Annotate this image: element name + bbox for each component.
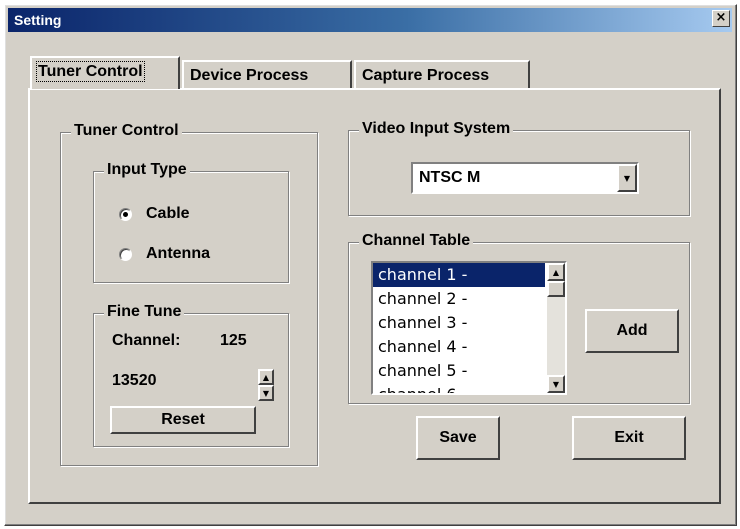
scroll-up-button[interactable]: ▲ [547,263,565,281]
fine-tune-up-button[interactable]: ▲ [258,369,274,385]
video-input-title: Video Input System [359,120,514,138]
reset-button[interactable]: Reset [110,406,256,434]
tab-device-process[interactable]: Device Process [182,60,352,90]
arrow-down-icon: ▼ [552,379,560,389]
fine-tune-title: Fine Tune [104,303,185,321]
list-item[interactable]: channel 1 - [373,263,545,287]
channel-table-group: Channel Table channel 1 - channel 2 - ch… [348,232,690,404]
arrow-down-icon: ▼ [262,388,270,398]
channel-label: Channel: [112,332,181,349]
tab-tuner-control[interactable]: Tuner Control [30,56,180,89]
channel-table-title: Channel Table [359,232,474,250]
radio-cable[interactable]: Cable [116,205,266,225]
save-button-label: Save [439,429,477,446]
input-type-group: Input Type Cable Antenna [93,161,289,283]
scroll-down-button[interactable]: ▼ [547,375,565,393]
tuner-control-group: Tuner Control Input Type Cable Antenna F… [60,122,318,466]
radio-cable-label: Cable [146,205,190,222]
exit-button[interactable]: Exit [572,416,686,460]
close-button[interactable]: × [712,10,730,27]
radio-antenna-indicator[interactable] [119,248,132,261]
list-item[interactable]: channel 6 - [373,383,545,393]
fine-tune-down-button[interactable]: ▼ [258,385,274,401]
fine-tune-group: Fine Tune Channel: 125 13520 ▲ ▼ Reset [93,303,289,447]
list-item[interactable]: channel 4 - [373,335,545,359]
exit-button-label: Exit [614,429,644,446]
radio-antenna-label: Antenna [146,245,210,262]
fine-tune-value: 13520 [112,372,157,389]
add-button-label: Add [616,322,648,339]
tab-capture-process[interactable]: Capture Process [354,60,530,90]
video-input-select[interactable]: NTSC M ▼ [411,162,639,194]
tab-capture-process-label: Capture Process [362,67,490,84]
channel-list-items: channel 1 - channel 2 - channel 3 - chan… [373,263,545,393]
title-bar[interactable]: Setting × [8,8,732,32]
channel-list-scrollbar[interactable]: ▲ ▼ [547,263,565,393]
tuner-control-group-title: Tuner Control [71,122,182,140]
radio-antenna[interactable]: Antenna [116,245,266,265]
close-icon: × [715,10,727,25]
list-item[interactable]: channel 3 - [373,311,545,335]
video-input-dropdown-button[interactable]: ▼ [617,164,637,192]
input-type-title: Input Type [104,161,190,179]
channel-value: 125 [220,332,247,349]
tab-panel-tuner-control: Tuner Control Input Type Cable Antenna F… [28,88,721,504]
arrow-up-icon: ▲ [262,372,270,382]
tab-device-process-label: Device Process [190,67,309,84]
list-item[interactable]: channel 5 - [373,359,545,383]
video-input-group: Video Input System NTSC M ▼ [348,120,690,216]
scroll-thumb[interactable] [547,281,565,297]
radio-cable-indicator[interactable] [119,208,132,221]
video-input-selected: NTSC M [419,169,481,186]
add-button[interactable]: Add [585,309,679,353]
arrow-up-icon: ▲ [552,267,560,277]
window-title: Setting [14,12,62,28]
save-button[interactable]: Save [416,416,500,460]
reset-button-label: Reset [161,411,205,428]
tab-tuner-control-label: Tuner Control [36,61,145,82]
list-item[interactable]: channel 2 - [373,287,545,311]
channel-list[interactable]: channel 1 - channel 2 - channel 3 - chan… [371,261,567,395]
chevron-down-icon: ▼ [623,173,631,183]
